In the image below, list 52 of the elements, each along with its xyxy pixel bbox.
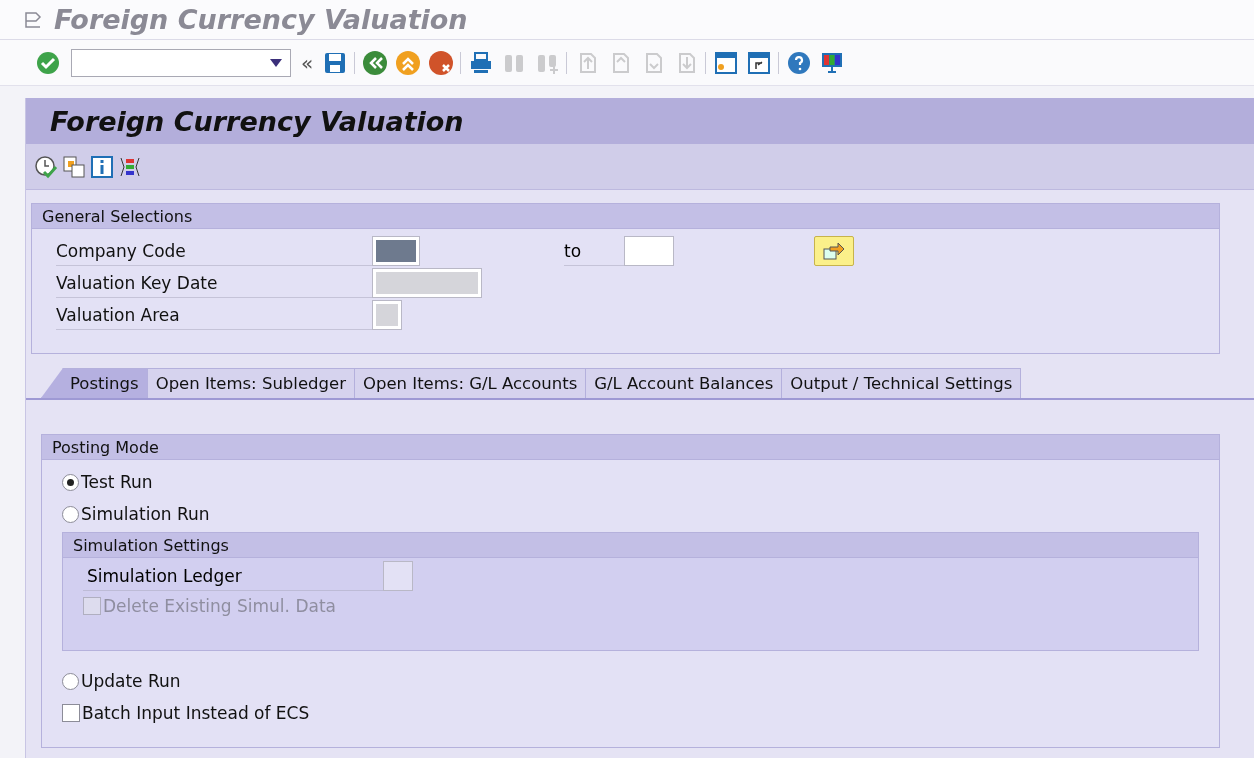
option-label: Test Run (81, 472, 153, 492)
input-field[interactable] (624, 236, 674, 266)
command-field[interactable] (71, 48, 291, 77)
toolbar-button[interactable] (427, 49, 455, 76)
field-label: Valuation Key Date (56, 268, 372, 298)
option-label: Simulation Run (81, 504, 210, 524)
dropdown-caret-icon[interactable] (270, 58, 282, 67)
field-label: Valuation Area (56, 300, 372, 330)
enter-button[interactable] (34, 49, 61, 76)
toolbar-button[interactable] (745, 49, 773, 76)
back-icon (361, 49, 388, 76)
option-label: Batch Input Instead of ECS (82, 703, 310, 723)
screen-title: Foreign Currency Valuation (50, 105, 464, 137)
input-field[interactable] (383, 561, 413, 591)
monitor-icon (819, 50, 844, 75)
check-icon (35, 50, 60, 75)
field-label: Simulation Ledger (83, 561, 383, 591)
window-title: Foreign Currency Valuation (54, 4, 468, 35)
tab[interactable]: Open Items: Subledger (146, 368, 355, 398)
print-icon (468, 50, 493, 75)
toolbar-button[interactable] (712, 49, 740, 76)
input-field[interactable] (372, 300, 402, 330)
checkbox[interactable] (62, 704, 80, 722)
group-title: Simulation Settings (63, 533, 1198, 558)
shortcut-window-icon (746, 50, 771, 75)
group-title: Posting Mode (42, 435, 1219, 460)
tab[interactable]: G/L Account Balances (585, 368, 783, 398)
arrow-icon (822, 241, 846, 261)
tab[interactable]: Output / Technical Settings (781, 368, 1022, 398)
option-label: Delete Existing Simul. Data (103, 596, 336, 616)
copy-icon[interactable] (62, 154, 86, 179)
execute-clock-icon[interactable] (34, 154, 58, 179)
field-label: Company Code (56, 236, 372, 266)
info-icon[interactable] (90, 154, 114, 179)
new-window-icon (713, 50, 738, 75)
option-label: Update Run (81, 671, 181, 691)
help-icon (786, 50, 811, 75)
radio-button[interactable] (62, 505, 79, 523)
toolbar-button[interactable] (785, 49, 813, 76)
input-field[interactable] (372, 268, 482, 298)
toolbar-button[interactable] (361, 49, 389, 76)
radio-button[interactable] (62, 672, 79, 690)
history-toggle[interactable]: « (301, 50, 314, 75)
radio-button[interactable] (62, 473, 79, 491)
tab[interactable]: Open Items: G/L Accounts (353, 368, 587, 398)
exit-icon (394, 49, 421, 76)
input-field[interactable] (372, 236, 420, 266)
cancel-icon (427, 49, 454, 76)
tab[interactable]: Postings (41, 368, 148, 398)
group-title: General Selections (32, 204, 1219, 229)
multiple-selection-button[interactable] (814, 236, 854, 266)
save-icon (322, 50, 347, 75)
